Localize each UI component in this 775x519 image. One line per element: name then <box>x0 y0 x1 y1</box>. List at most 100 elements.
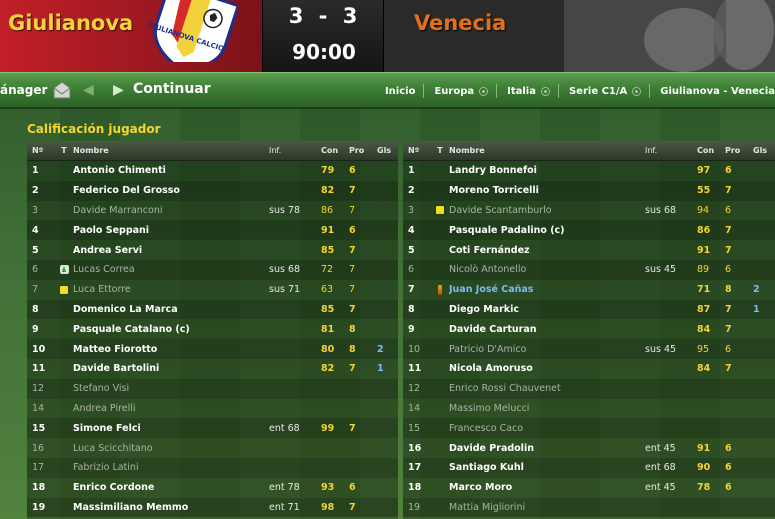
breadcrumb-item[interactable]: Serie C1/A <box>569 86 642 97</box>
player-name[interactable]: Enrico Cordone <box>73 482 269 493</box>
breadcrumb-item[interactable]: Giulianova - Venecia <box>660 86 775 97</box>
player-name[interactable]: Davide Scantamburlo <box>449 205 645 216</box>
player-name-text[interactable]: Luca Scicchitano <box>73 443 153 454</box>
dropdown-dot-icon[interactable] <box>632 86 642 96</box>
player-name[interactable]: Santiago Kuhl <box>449 462 645 473</box>
player-name[interactable]: Davide Bartolini <box>73 363 269 374</box>
player-row[interactable]: 12 Enrico Rossi Chauvenet <box>403 378 775 399</box>
player-name[interactable]: Luca Scicchitano <box>73 443 269 454</box>
player-row[interactable]: 3 Davide Marranconi sus 78 86 7 <box>27 200 398 221</box>
player-name[interactable]: Lucas Correa <box>73 264 269 275</box>
player-name-text[interactable]: Mattia Migliorini <box>449 502 525 513</box>
player-name-text[interactable]: Marco Moro <box>449 482 512 493</box>
breadcrumb-item[interactable]: Europa <box>434 86 489 97</box>
column-name[interactable]: Nombre <box>73 146 269 155</box>
player-name[interactable]: Francesco Caco <box>449 423 645 434</box>
column-inf[interactable]: Inf. <box>645 146 697 155</box>
player-name-text[interactable]: Paolo Seppani <box>73 225 149 236</box>
player-row[interactable]: 7 Luca Ettorre sus 71 63 7 <box>27 279 398 300</box>
player-name-text[interactable]: Nicolò Antonello <box>449 264 526 275</box>
player-name-text[interactable]: Massimiliano Memmo <box>73 502 188 513</box>
player-row[interactable]: 6 Nicolò Antonello sus 45 89 6 <box>403 259 775 280</box>
player-name-text[interactable]: Antonio Chimenti <box>73 165 166 176</box>
player-row[interactable]: 10 Patricio D'Amico sus 45 95 6 <box>403 339 775 359</box>
player-row[interactable]: 10 Matteo Fiorotto 80 8 2 <box>27 339 398 359</box>
player-row[interactable]: 16 Luca Scicchitano <box>27 438 398 458</box>
player-name[interactable]: Diego Markic <box>449 304 645 315</box>
player-name[interactable]: Pasquale Catalano (c) <box>73 324 269 335</box>
player-name-text[interactable]: Davide Bartolini <box>73 363 159 374</box>
player-name-text[interactable]: Moreno Torricelli <box>449 185 539 196</box>
player-name[interactable]: Domenico La Marca <box>73 304 269 315</box>
player-row[interactable]: 1 Landry Bonnefoi 97 6 <box>403 161 775 181</box>
column-gls[interactable]: Gls <box>377 146 397 155</box>
player-name[interactable]: Antonio Chimenti <box>73 165 269 176</box>
player-row[interactable]: 2 Federico Del Grosso 82 7 <box>27 180 398 201</box>
back-arrow-icon[interactable]: ◀ <box>83 82 94 98</box>
breadcrumb-label[interactable]: Europa <box>434 86 474 97</box>
player-name[interactable]: Stefano Visi <box>73 383 269 394</box>
player-name-text[interactable]: Coti Fernández <box>449 245 530 256</box>
home-team-panel[interactable]: Giulianova GIULIANOVA CALCIO <box>0 0 262 72</box>
column-t[interactable]: T <box>55 146 73 155</box>
player-name[interactable]: Davide Pradolin <box>449 443 645 454</box>
column-pro[interactable]: Pro <box>725 146 753 155</box>
player-row[interactable]: 15 Simone Felci ent 68 99 7 <box>27 418 398 439</box>
player-name[interactable]: Coti Fernández <box>449 245 645 256</box>
player-name[interactable]: Landry Bonnefoi <box>449 165 645 176</box>
player-name-text[interactable]: Domenico La Marca <box>73 304 178 315</box>
player-name[interactable]: Matteo Fiorotto <box>73 344 269 355</box>
player-name-text[interactable]: Davide Pradolin <box>449 443 534 454</box>
player-row[interactable]: 8 Diego Markic 87 7 1 <box>403 299 775 320</box>
breadcrumb-label[interactable]: Inicio <box>385 86 416 97</box>
continue-button[interactable]: Continuar <box>133 81 211 97</box>
breadcrumb-label[interactable]: Italia <box>507 86 536 97</box>
column-number[interactable]: Nº <box>403 146 431 155</box>
player-name-text[interactable]: Lucas Correa <box>73 264 135 275</box>
player-name[interactable]: Nicolò Antonello <box>449 264 645 275</box>
away-team-panel[interactable]: Venecia <box>384 0 775 72</box>
player-name[interactable]: Enrico Rossi Chauvenet <box>449 383 645 394</box>
player-name[interactable]: Fabrizio Latini <box>73 462 269 473</box>
player-name[interactable]: Mattia Migliorini <box>449 502 645 513</box>
player-row[interactable]: 3 Davide Scantamburlo sus 68 94 6 <box>403 200 775 221</box>
player-row[interactable]: 19 Mattia Migliorini <box>403 497 775 518</box>
player-name-text[interactable]: Stefano Visi <box>73 383 129 394</box>
dropdown-dot-icon[interactable] <box>540 86 550 96</box>
column-gls[interactable]: Gls <box>753 146 773 155</box>
player-name[interactable]: Marco Moro <box>449 482 645 493</box>
player-name[interactable]: Andrea Pirelli <box>73 403 269 414</box>
player-name-text[interactable]: Matteo Fiorotto <box>73 344 157 355</box>
player-name-text[interactable]: Davide Marranconi <box>73 205 163 216</box>
column-name[interactable]: Nombre <box>449 146 645 155</box>
player-row[interactable]: 8 Domenico La Marca 85 7 <box>27 299 398 320</box>
player-name[interactable]: Andrea Servi <box>73 245 269 256</box>
player-row[interactable]: 5 Coti Fernández 91 7 <box>403 240 775 260</box>
player-name[interactable]: Massimiliano Memmo <box>73 502 269 513</box>
player-row[interactable]: 4 Pasquale Padalino (c) 86 7 <box>403 220 775 241</box>
column-con[interactable]: Con <box>321 146 349 155</box>
player-row[interactable]: 14 Andrea Pirelli <box>27 398 398 419</box>
manager-menu[interactable]: ánager <box>0 83 47 97</box>
player-name-text[interactable]: Fabrizio Latini <box>73 462 139 473</box>
player-row[interactable]: 11 Nicola Amoruso 84 7 <box>403 358 775 379</box>
player-name-text[interactable]: Enrico Cordone <box>73 482 154 493</box>
player-name-text[interactable]: Andrea Pirelli <box>73 403 136 414</box>
column-inf[interactable]: Inf. <box>269 146 321 155</box>
player-name-text[interactable]: Luca Ettorre <box>73 284 131 295</box>
player-row[interactable]: 17 Santiago Kuhl ent 68 90 6 <box>403 457 775 478</box>
player-row[interactable]: 4 Paolo Seppani 91 6 <box>27 220 398 241</box>
player-row[interactable]: 17 Fabrizio Latini <box>27 457 398 478</box>
player-name-text[interactable]: Davide Carturan <box>449 324 537 335</box>
player-name-text[interactable]: Landry Bonnefoi <box>449 165 537 176</box>
away-team-name[interactable]: Venecia <box>414 11 506 35</box>
player-row[interactable]: 19 Massimiliano Memmo ent 71 98 7 <box>27 497 398 518</box>
player-name[interactable]: Luca Ettorre <box>73 284 269 295</box>
player-row[interactable]: 18 Enrico Cordone ent 78 93 6 <box>27 477 398 498</box>
column-number[interactable]: Nº <box>27 146 55 155</box>
player-row[interactable]: 9 Pasquale Catalano (c) 81 8 <box>27 319 398 340</box>
player-name[interactable]: Patricio D'Amico <box>449 344 645 355</box>
player-name[interactable]: Davide Marranconi <box>73 205 269 216</box>
player-row[interactable]: 9 Davide Carturan 84 7 <box>403 319 775 340</box>
column-pro[interactable]: Pro <box>349 146 377 155</box>
